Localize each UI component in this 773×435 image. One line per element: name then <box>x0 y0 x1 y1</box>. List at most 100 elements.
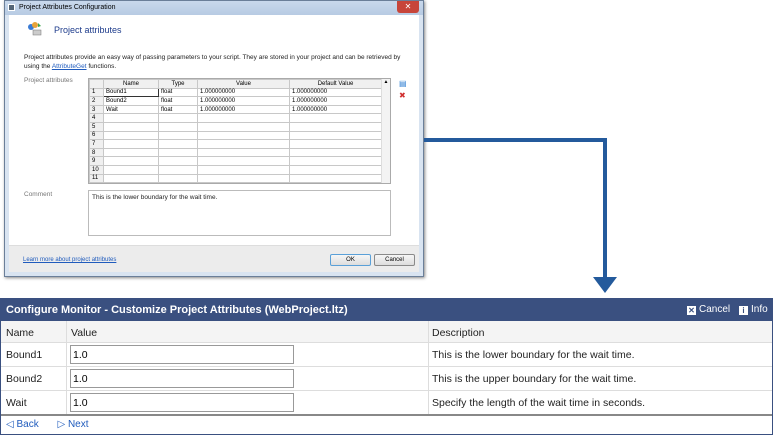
default-value-cell[interactable] <box>289 139 382 149</box>
value-cell[interactable]: 1.000000000 <box>197 87 290 98</box>
learn-more-link[interactable]: Learn more about project attributes <box>23 257 116 263</box>
next-button[interactable]: ▷ Next <box>57 419 96 430</box>
type-cell[interactable] <box>158 164 198 175</box>
row-number: 4 <box>89 113 104 123</box>
grid-row[interactable]: 4 <box>89 113 382 123</box>
default-value-cell[interactable] <box>289 164 382 175</box>
name-cell[interactable] <box>103 113 159 123</box>
panel-footer: ◁ Back ▷ Next <box>1 414 772 434</box>
name-cell[interactable] <box>103 130 159 141</box>
grid-row[interactable]: 7 <box>89 139 382 149</box>
name-cell[interactable] <box>103 173 159 183</box>
col-name: Name <box>6 327 35 339</box>
type-cell[interactable] <box>158 121 198 132</box>
panel-title: Configure Monitor - Customize Project At… <box>6 304 348 316</box>
info-icon: i <box>739 306 748 315</box>
attribute-value-input[interactable] <box>70 369 294 388</box>
value-cell[interactable]: 1.000000000 <box>197 104 290 115</box>
add-attribute-icon[interactable]: ▤ <box>399 80 408 88</box>
row-number: 8 <box>89 147 104 158</box>
name-cell[interactable] <box>103 139 159 149</box>
panel-header: Configure Monitor - Customize Project At… <box>1 299 772 321</box>
row-number: 1 <box>89 87 104 98</box>
col-name[interactable]: Name <box>103 79 159 89</box>
panel-cancel-button[interactable]: ✕ Cancel <box>687 299 730 321</box>
grid-row[interactable]: 5 <box>89 121 382 132</box>
ok-button[interactable]: OK <box>330 254 371 266</box>
close-button[interactable]: ✕ <box>397 1 419 13</box>
value-cell[interactable]: 1.000000000 <box>197 96 290 106</box>
default-value-cell[interactable]: 1.000000000 <box>289 104 382 115</box>
grid-row[interactable]: 11 <box>89 173 382 183</box>
grid-row[interactable]: 10 <box>89 164 382 175</box>
type-cell[interactable] <box>158 173 198 183</box>
value-cell[interactable] <box>197 113 290 123</box>
attribute-value-input[interactable] <box>70 345 294 364</box>
col-value[interactable]: Value <box>197 79 290 89</box>
row-number: 3 <box>89 104 104 115</box>
grid-row[interactable]: 3 Wait float 1.000000000 1.000000000 <box>89 104 382 115</box>
description-end: functions. <box>86 63 117 70</box>
attributeget-link[interactable]: AttributeGet <box>52 63 87 70</box>
name-cell[interactable] <box>103 147 159 158</box>
col-value: Value <box>71 327 98 339</box>
type-cell[interactable]: float <box>158 87 198 98</box>
grid-scrollbar[interactable]: ▲ <box>381 79 390 183</box>
comment-textarea[interactable]: This is the lower boundary for the wait … <box>88 190 391 236</box>
attributes-grid[interactable]: Name Type Value Default Value 1 Bound1 flo… <box>88 78 391 184</box>
col-type[interactable]: Type <box>158 79 198 89</box>
grid-row[interactable]: 9 <box>89 156 382 166</box>
panel-cancel-label: Cancel <box>699 304 731 315</box>
value-cell[interactable] <box>197 164 290 175</box>
grid-row[interactable]: 6 <box>89 130 382 141</box>
type-cell[interactable] <box>158 156 198 166</box>
default-value-cell[interactable] <box>289 121 382 132</box>
name-cell[interactable] <box>103 164 159 175</box>
flow-arrow-line <box>424 138 607 142</box>
default-value-cell[interactable]: 1.000000000 <box>289 87 382 98</box>
grid-row[interactable]: 2 Bound2 float 1.000000000 1.000000000 <box>89 96 382 106</box>
project-attributes-icon <box>28 22 42 36</box>
attribute-name: Bound1 <box>6 349 43 361</box>
panel-table-header: Name Value Description <box>1 321 772 343</box>
cancel-button[interactable]: Cancel <box>374 254 415 266</box>
default-value-cell[interactable] <box>289 147 382 158</box>
value-cell[interactable] <box>197 130 290 141</box>
close-box-icon: ✕ <box>687 306 696 315</box>
type-cell[interactable]: float <box>158 104 198 115</box>
name-cell[interactable]: Wait <box>103 104 159 115</box>
grid-row[interactable]: 8 <box>89 147 382 158</box>
type-cell[interactable] <box>158 130 198 141</box>
attribute-value-input[interactable] <box>70 393 294 412</box>
name-cell[interactable] <box>103 121 159 132</box>
value-cell[interactable] <box>197 121 290 132</box>
default-value-cell[interactable]: 1.000000000 <box>289 96 382 106</box>
default-value-cell[interactable] <box>289 156 382 166</box>
attribute-name: Bound2 <box>6 373 43 385</box>
name-cell[interactable]: Bound2 <box>103 96 159 106</box>
default-value-cell[interactable] <box>289 173 382 183</box>
grid-row[interactable]: 1 Bound1 float 1.000000000 1.000000000 <box>89 87 382 98</box>
arrow-down-icon <box>593 277 617 293</box>
comment-label: Comment <box>24 191 53 198</box>
default-value-cell[interactable] <box>289 130 382 141</box>
flow-arrow-line-vertical <box>603 138 607 279</box>
value-cell[interactable] <box>197 173 290 183</box>
delete-attribute-icon[interactable]: ✖ <box>399 92 408 100</box>
col-default-value[interactable]: Default Value <box>289 79 382 89</box>
default-value-cell[interactable] <box>289 113 382 123</box>
name-cell[interactable]: Bound1 <box>103 87 159 98</box>
back-button[interactable]: ◁ Back <box>6 419 47 430</box>
value-cell[interactable] <box>197 156 290 166</box>
row-number: 11 <box>89 173 104 183</box>
panel-info-button[interactable]: i Info <box>739 299 768 321</box>
type-cell[interactable] <box>158 139 198 149</box>
name-cell[interactable] <box>103 156 159 166</box>
type-cell[interactable] <box>158 113 198 123</box>
type-cell[interactable]: float <box>158 96 198 106</box>
type-cell[interactable] <box>158 147 198 158</box>
row-number: 6 <box>89 130 104 141</box>
value-cell[interactable] <box>197 139 290 149</box>
row-number: 9 <box>89 156 104 166</box>
value-cell[interactable] <box>197 147 290 158</box>
